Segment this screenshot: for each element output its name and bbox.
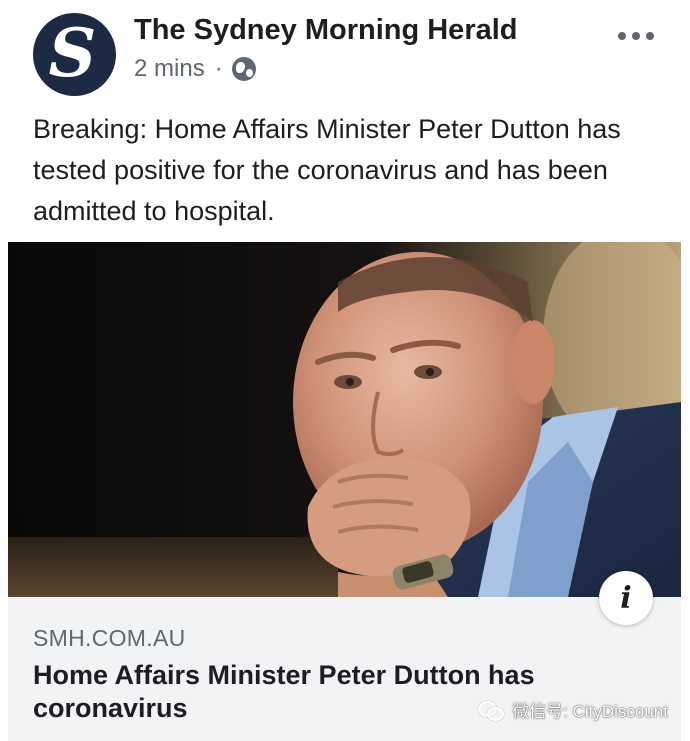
post-meta: 2 mins ·	[134, 55, 256, 83]
wechat-icon	[478, 700, 505, 721]
post-header: S The Sydney Morning Herald 2 mins ·	[0, 0, 690, 100]
more-options-icon[interactable]	[618, 24, 654, 48]
globe-icon	[231, 57, 256, 81]
smh-logo-icon: S	[48, 13, 97, 92]
page-name-link[interactable]: The Sydney Morning Herald	[134, 14, 518, 47]
more-dot	[632, 32, 640, 40]
more-dot	[618, 32, 626, 40]
meta-separator: ·	[214, 55, 223, 82]
more-dot	[646, 32, 654, 40]
page-avatar[interactable]: S	[33, 13, 116, 96]
link-domain: SMH.COM.AU	[33, 625, 186, 651]
photo-illustration	[8, 242, 681, 597]
watermark-text: 微信号: CityDiscount	[512, 702, 668, 721]
post-timestamp[interactable]: 2 mins	[134, 55, 205, 83]
post-text: Breaking: Home Affairs Minister Peter Du…	[33, 114, 621, 226]
info-icon[interactable]: i	[599, 571, 653, 625]
link-preview-image[interactable]	[8, 242, 681, 597]
facebook-post: S The Sydney Morning Herald 2 mins · Bre…	[0, 0, 690, 741]
watermark: 微信号: CityDiscount	[478, 697, 668, 722]
